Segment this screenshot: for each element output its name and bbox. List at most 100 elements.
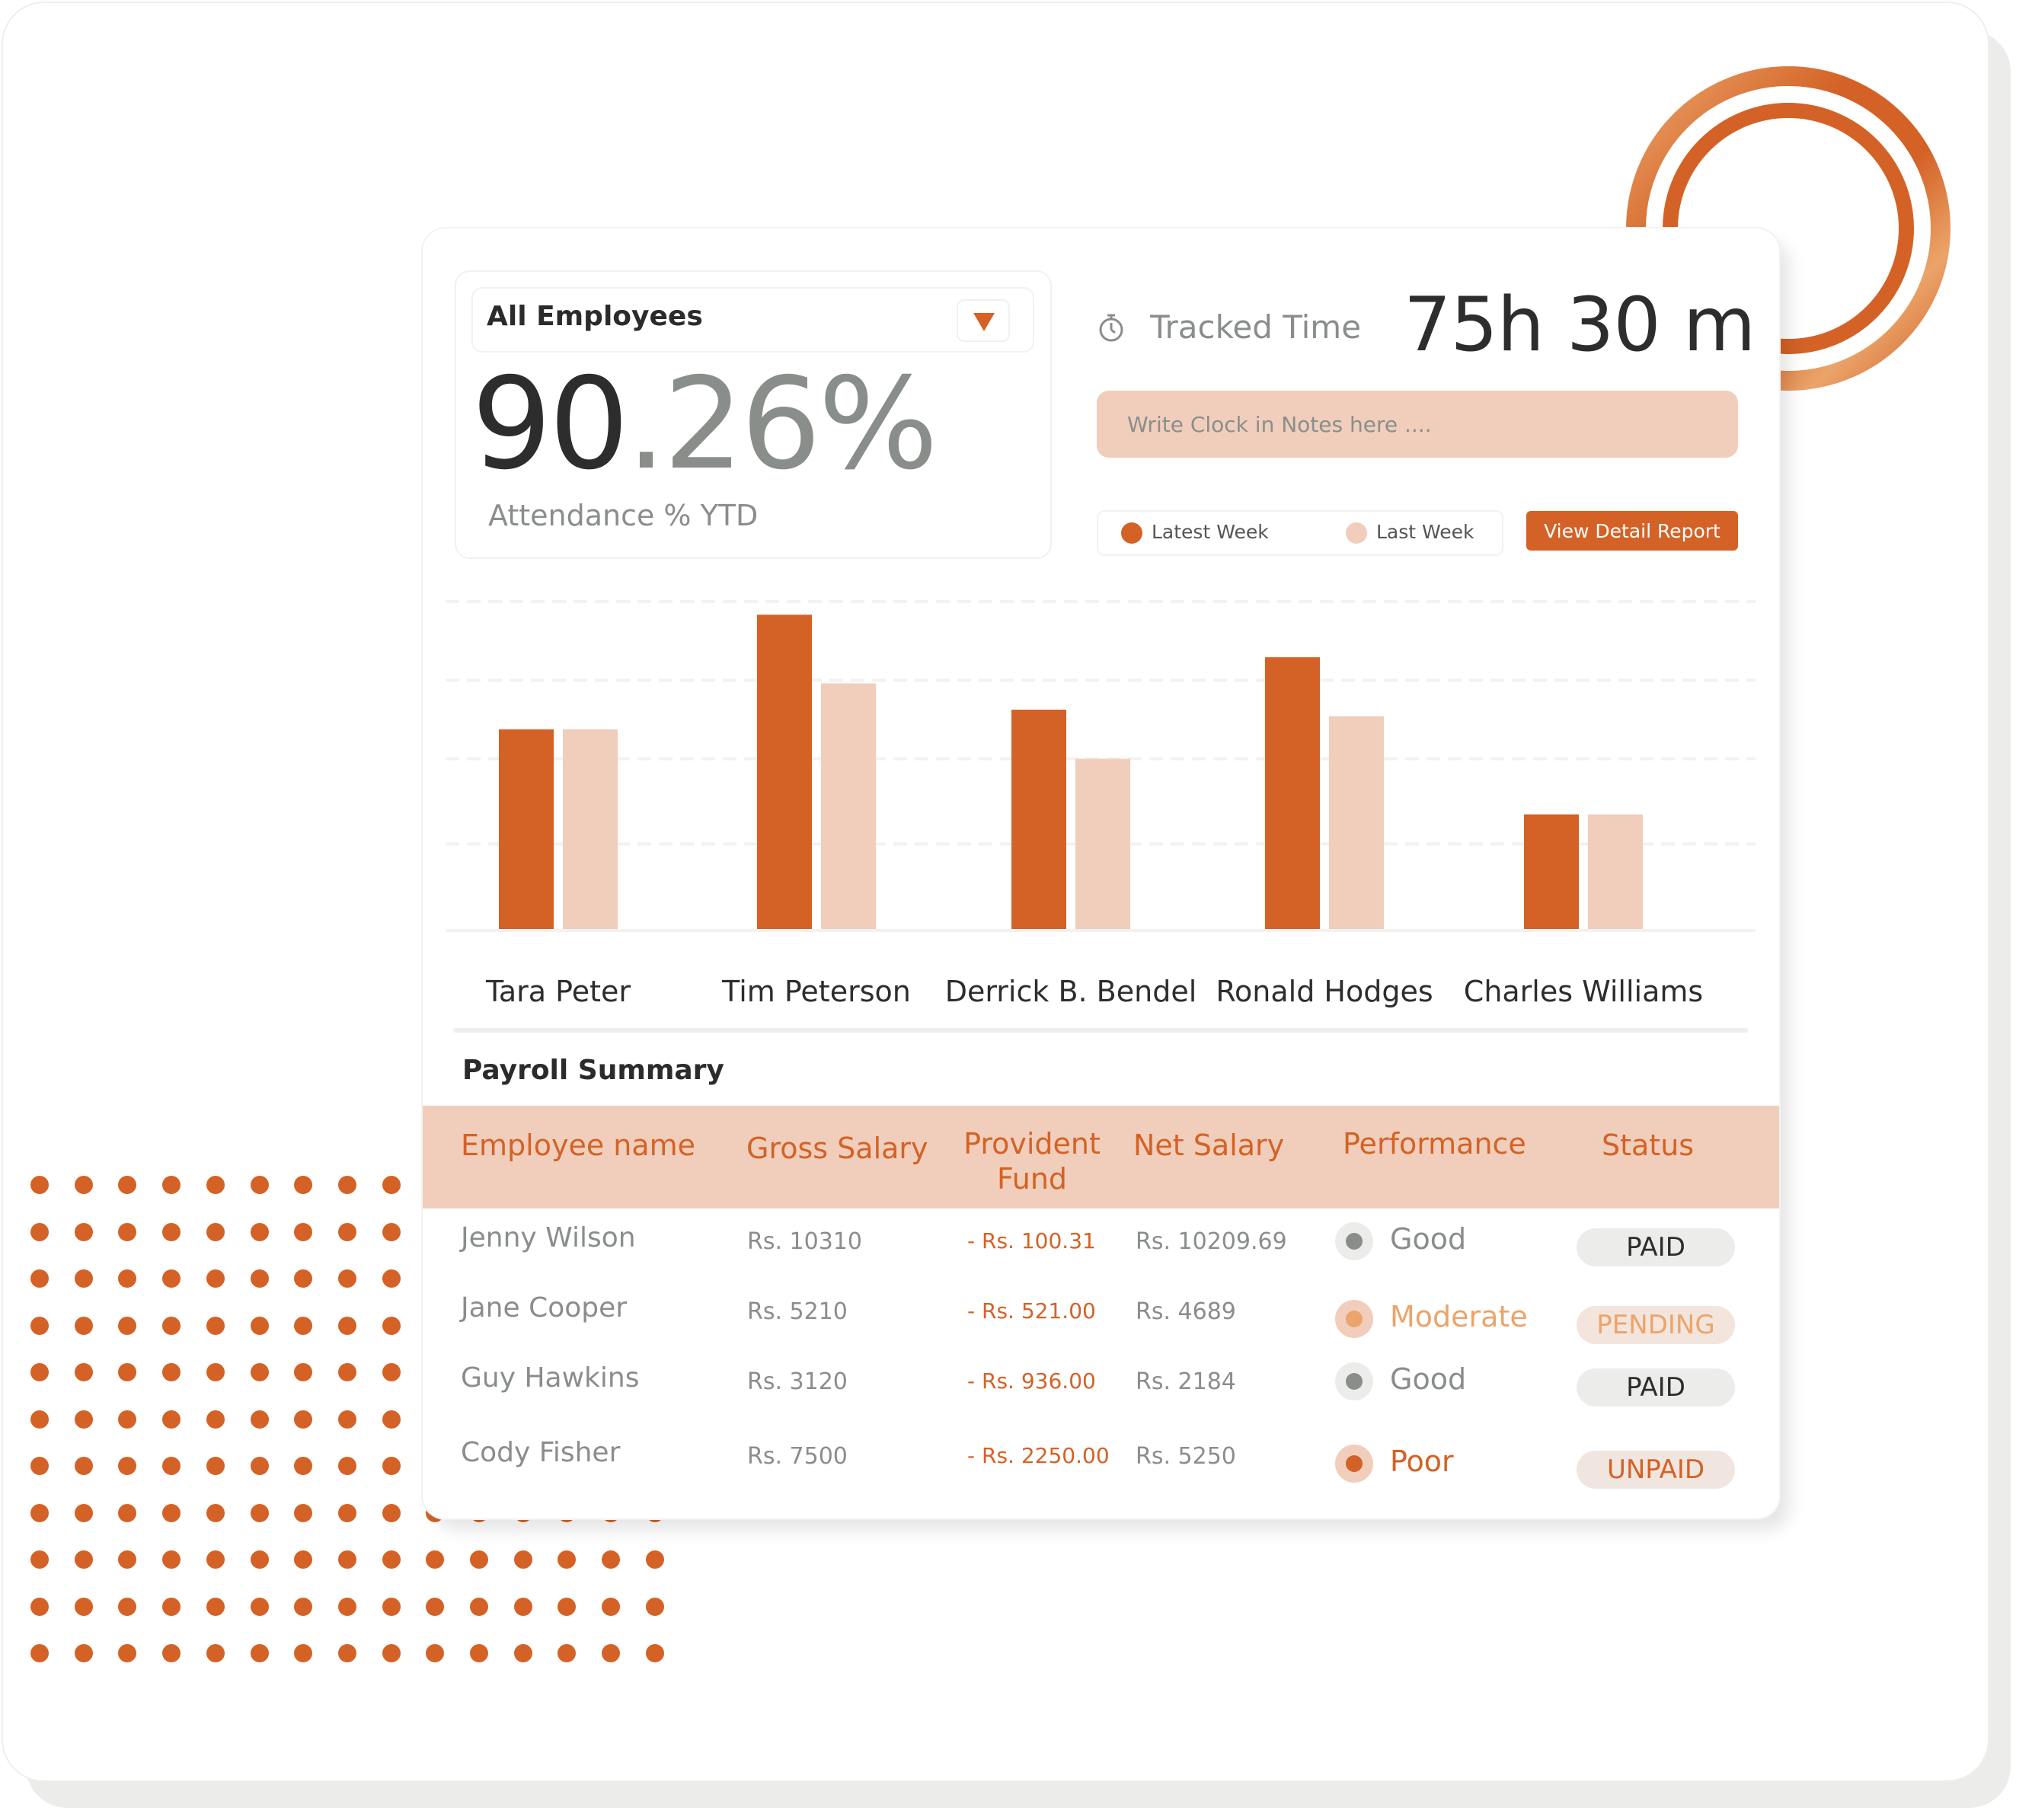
decorative-dot (426, 1644, 445, 1662)
net-salary-cell: Rs. 2184 (1136, 1368, 1236, 1395)
legend-latest-label: Latest Week (1152, 521, 1269, 543)
last-week-swatch (1346, 522, 1367, 544)
bar-latest-week[interactable] (1265, 657, 1320, 929)
decorative-dot (118, 1457, 137, 1475)
employee-name-cell: Jane Cooper (461, 1292, 628, 1323)
decorative-dot (337, 1644, 356, 1662)
dropdown-toggle-button[interactable] (957, 299, 1010, 342)
decorative-dot (30, 1597, 49, 1616)
decorative-dot (162, 1176, 181, 1194)
decorative-dot (382, 1222, 401, 1241)
decorative-dot (382, 1363, 401, 1381)
decorative-dot (30, 1644, 49, 1662)
bar-last-week[interactable] (1329, 716, 1384, 930)
performance-cell: Poor (1390, 1445, 1454, 1478)
decorative-dot (470, 1644, 488, 1662)
performance-indicator-icon (1335, 1362, 1373, 1400)
col-status[interactable]: Status (1602, 1129, 1694, 1164)
decorative-dot (337, 1457, 356, 1475)
decorative-dot (382, 1503, 401, 1522)
provident-fund-cell: - Rs. 521.00 (967, 1298, 1096, 1323)
attendance-whole: 90 (471, 351, 629, 498)
decorative-dot (162, 1222, 181, 1241)
col-provident-fund[interactable]: Provident Fund (956, 1127, 1108, 1196)
payroll-table-header: Employee name Gross Salary Provident Fun… (423, 1106, 1779, 1209)
decorative-dot (206, 1222, 225, 1241)
bar-latest-week[interactable] (1524, 814, 1579, 930)
caret-down-icon (973, 313, 995, 331)
payroll-table-row[interactable]: Jane Cooper Rs. 5210 - Rs. 521.00 Rs. 4689 M… (423, 1292, 1779, 1365)
decorative-dot (206, 1176, 225, 1194)
payroll-table-row[interactable]: Cody Fisher Rs. 7500 - Rs. 2250.00 Rs. 5250… (423, 1437, 1779, 1509)
decorative-dot (162, 1597, 181, 1616)
decorative-dot (206, 1316, 225, 1335)
net-salary-cell: Rs. 5250 (1136, 1443, 1236, 1470)
decorative-dot (602, 1644, 621, 1662)
decorative-dot (162, 1316, 181, 1335)
provident-fund-cell: - Rs. 936.00 (967, 1368, 1096, 1394)
gross-salary-cell: Rs. 5210 (747, 1298, 848, 1325)
payroll-table-row[interactable]: Guy Hawkins Rs. 3120 - Rs. 936.00 Rs. 2184 G… (423, 1362, 1779, 1435)
decorative-dot (30, 1222, 49, 1241)
clock-in-notes-input[interactable] (1097, 391, 1738, 458)
legend-last-label: Last Week (1376, 521, 1474, 543)
bar-last-week[interactable] (821, 683, 876, 930)
decorative-dot (294, 1363, 313, 1381)
performance-indicator-icon (1335, 1300, 1373, 1338)
col-gross-salary[interactable]: Gross Salary (746, 1132, 928, 1167)
decorative-dot (382, 1176, 401, 1194)
attendance-bar-chart: Tara Peter Tim Peterson Derrick B. Bendel R… (446, 600, 1756, 1008)
dashboard-card: All Employees 90.26% Attendance % YTD Tr… (423, 228, 1779, 1518)
decorative-dot (513, 1644, 532, 1662)
gross-salary-cell: Rs. 3120 (747, 1368, 848, 1395)
decorative-dot (74, 1503, 93, 1522)
decorative-dot (30, 1269, 49, 1288)
col-employee-name[interactable]: Employee name (461, 1129, 695, 1164)
decorative-dot (162, 1269, 181, 1288)
decorative-dot (382, 1644, 401, 1662)
net-salary-cell: Rs. 10209.69 (1136, 1228, 1287, 1255)
decorative-dot (118, 1597, 137, 1616)
col-performance[interactable]: Performance (1343, 1127, 1526, 1162)
decorative-dot (382, 1550, 401, 1569)
payroll-summary-title: Payroll Summary (462, 1055, 724, 1086)
decorative-dot (74, 1363, 93, 1381)
legend-last-week[interactable]: Last Week (1346, 521, 1474, 544)
decorative-dot (470, 1550, 488, 1569)
gross-salary-cell: Rs. 7500 (747, 1443, 848, 1470)
decorative-dot (162, 1503, 181, 1522)
decorative-dot (294, 1457, 313, 1475)
bar-last-week[interactable] (1588, 814, 1643, 930)
decorative-dot (74, 1269, 93, 1288)
attendance-label: Attendance % YTD (488, 499, 759, 532)
decorative-dot (382, 1597, 401, 1616)
view-detail-report-button[interactable]: View Detail Report (1526, 511, 1738, 551)
decorative-dot (250, 1176, 269, 1194)
bar-last-week[interactable] (563, 729, 618, 929)
decorative-dot (74, 1457, 93, 1475)
bar-latest-week[interactable] (1011, 709, 1066, 929)
col-net-salary[interactable]: Net Salary (1133, 1129, 1284, 1164)
decorative-dot (294, 1176, 313, 1194)
decorative-dot (337, 1269, 356, 1288)
decorative-dot (206, 1550, 225, 1569)
decorative-dot (645, 1550, 664, 1569)
decorative-dot (250, 1410, 269, 1429)
decorative-dot (294, 1550, 313, 1569)
decorative-dot (74, 1644, 93, 1662)
payroll-table-row[interactable]: Jenny Wilson Rs. 10310 - Rs. 100.31 Rs. 102… (423, 1222, 1779, 1295)
bar-latest-week[interactable] (499, 729, 554, 929)
tracked-time-value: 75h 30 m (1404, 282, 1756, 369)
performance-cell: Moderate (1390, 1300, 1528, 1333)
bar-latest-week[interactable] (757, 615, 812, 929)
provident-fund-cell: - Rs. 2250.00 (967, 1443, 1110, 1468)
x-tick-label: Ronald Hodges (1216, 975, 1433, 1008)
legend-latest-week[interactable]: Latest Week (1121, 521, 1269, 544)
employee-filter-select[interactable]: All Employees (471, 287, 1034, 353)
decorative-dot (250, 1269, 269, 1288)
decorative-dot (74, 1176, 93, 1194)
decorative-dot (118, 1269, 137, 1288)
decorative-dot (118, 1550, 137, 1569)
bar-last-week[interactable] (1075, 758, 1130, 929)
decorative-dot (74, 1597, 93, 1616)
